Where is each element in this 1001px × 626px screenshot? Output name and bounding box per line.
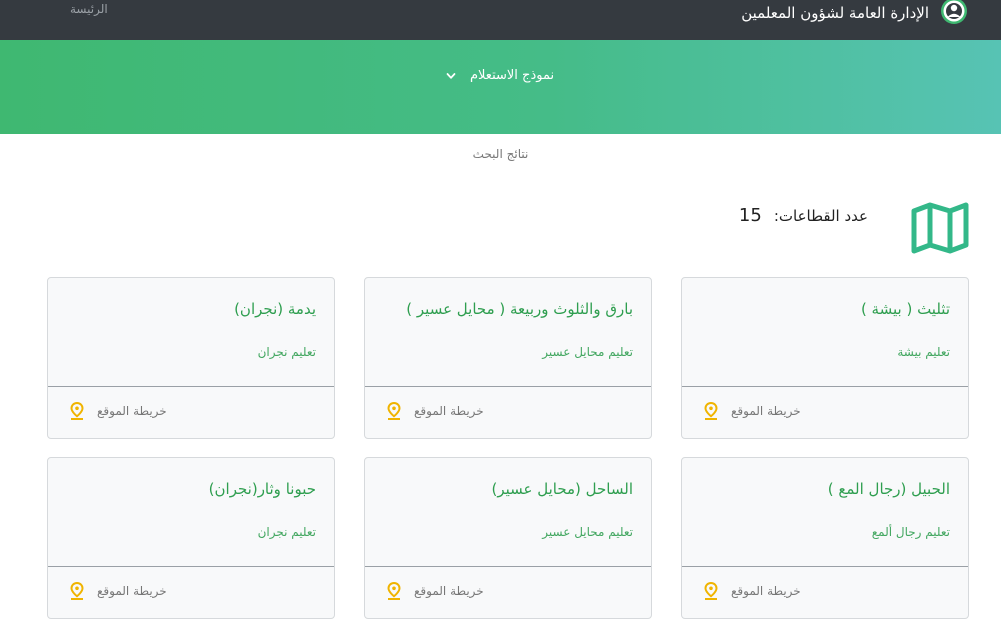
site-map-link[interactable]: خريطة الموقع xyxy=(48,387,334,438)
card-body: الحبيل (رجال المع ) تعليم رجال ألمع xyxy=(682,458,968,566)
top-navbar: الرئيسة الإدارة العامة لشؤون المعلمين xyxy=(0,0,1001,40)
map-pin-icon xyxy=(70,402,84,420)
card-title[interactable]: تثليث ( بيشة ) xyxy=(861,300,950,318)
card-body: يدمة (نجران) تعليم نجران xyxy=(48,278,334,386)
site-title: الإدارة العامة لشؤون المعلمين xyxy=(741,4,929,22)
sector-count-label: عدد القطاعات: xyxy=(773,206,868,225)
map-pin-icon xyxy=(704,582,718,600)
hero-banner: نموذج الاستعلام xyxy=(0,40,1001,134)
site-map-label: خريطة الموقع xyxy=(414,584,484,598)
circle-logo-icon xyxy=(941,0,967,24)
sector-card: تثليث ( بيشة ) تعليم بيشة خريطة الموقع xyxy=(681,277,969,439)
brand[interactable]: الإدارة العامة لشؤون المعلمين xyxy=(741,0,971,26)
site-map-label: خريطة الموقع xyxy=(731,584,801,598)
site-map-link[interactable]: خريطة الموقع xyxy=(682,387,968,438)
site-map-label: خريطة الموقع xyxy=(731,404,801,418)
sector-count-value: 15 xyxy=(738,205,762,226)
chevron-down-icon xyxy=(446,72,456,79)
card-subtitle: تعليم نجران xyxy=(257,525,316,539)
site-map-label: خريطة الموقع xyxy=(414,404,484,418)
card-title[interactable]: الحبيل (رجال المع ) xyxy=(828,480,950,498)
home-link[interactable]: الرئيسة xyxy=(70,2,108,16)
map-pin-icon xyxy=(70,582,84,600)
card-subtitle: تعليم محايل عسير xyxy=(542,345,633,359)
site-map-label: خريطة الموقع xyxy=(97,404,167,418)
sector-card: الساحل (محايل عسير) تعليم محايل عسير خري… xyxy=(364,457,652,619)
results-heading: نتائج البحث xyxy=(472,147,529,161)
site-map-label: خريطة الموقع xyxy=(97,584,167,598)
sector-card: حبونا وثار(نجران) تعليم نجران خريطة المو… xyxy=(47,457,335,619)
card-title[interactable]: حبونا وثار(نجران) xyxy=(209,480,316,498)
map-pin-icon xyxy=(704,402,718,420)
site-map-link[interactable]: خريطة الموقع xyxy=(48,567,334,618)
site-map-link[interactable]: خريطة الموقع xyxy=(682,567,968,618)
map-pin-icon xyxy=(387,402,401,420)
map-pin-icon xyxy=(387,582,401,600)
card-title[interactable]: بارق والثلوث وربيعة ( محايل عسير ) xyxy=(406,300,633,318)
card-subtitle: تعليم محايل عسير xyxy=(542,525,633,539)
dropdown-label: نموذج الاستعلام xyxy=(470,68,555,83)
sector-card: بارق والثلوث وربيعة ( محايل عسير ) تعليم… xyxy=(364,277,652,439)
site-map-link[interactable]: خريطة الموقع xyxy=(365,387,651,438)
sector-count: 15 عدد القطاعات: xyxy=(739,205,868,226)
card-title[interactable]: الساحل (محايل عسير) xyxy=(491,480,633,498)
card-body: تثليث ( بيشة ) تعليم بيشة xyxy=(682,278,968,386)
sector-card: الحبيل (رجال المع ) تعليم رجال ألمع خريط… xyxy=(681,457,969,619)
card-body: الساحل (محايل عسير) تعليم محايل عسير xyxy=(365,458,651,566)
site-map-link[interactable]: خريطة الموقع xyxy=(365,567,651,618)
card-subtitle: تعليم نجران xyxy=(257,345,316,359)
folded-map-icon xyxy=(911,202,969,254)
card-body: حبونا وثار(نجران) تعليم نجران xyxy=(48,458,334,566)
card-subtitle: تعليم رجال ألمع xyxy=(871,525,950,539)
sector-card: يدمة (نجران) تعليم نجران خريطة الموقع xyxy=(47,277,335,439)
card-subtitle: تعليم بيشة xyxy=(897,345,950,359)
card-title[interactable]: يدمة (نجران) xyxy=(234,300,316,318)
query-form-dropdown[interactable]: نموذج الاستعلام xyxy=(446,68,554,83)
card-body: بارق والثلوث وربيعة ( محايل عسير ) تعليم… xyxy=(365,278,651,386)
